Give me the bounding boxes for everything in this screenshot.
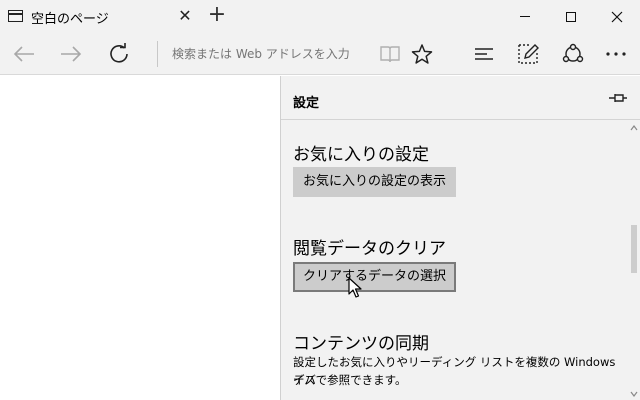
pin-icon[interactable] [608,90,628,106]
title-bar: 空白のページ ✕ + [0,0,640,33]
view-favorites-settings-button[interactable]: お気に入りの設定の表示 [293,167,457,197]
reading-view-icon [380,46,400,63]
sync-content-heading: コンテンツの同期 [293,334,429,354]
tab-title: 空白のページ [31,12,109,27]
page-content [0,76,280,400]
new-tab-button[interactable]: + [204,4,230,27]
sync-description-line-2: イスで参照できます。 [293,373,407,387]
address-bar[interactable] [172,43,372,65]
hub-icon [475,48,493,60]
clear-browsing-data-heading: 閲覧データのクリア [293,239,446,259]
refresh-button[interactable] [99,37,139,71]
back-arrow-icon [13,46,34,62]
close-icon [611,11,623,22]
page-icon [8,10,23,22]
close-window-button[interactable] [594,0,640,33]
share-icon [562,43,584,63]
favorites-settings-heading: お気に入りの設定 [293,145,429,165]
favorite-star-icon [411,44,433,64]
toolbar [0,33,640,75]
settings-title: 設定 [293,96,320,111]
tab-blank-page[interactable]: 空白のページ ✕ [0,0,201,33]
tab-close-icon[interactable]: ✕ [175,6,195,26]
forward-button[interactable] [51,37,91,71]
choose-what-to-clear-button[interactable]: クリアするデータの選択 [293,262,457,292]
favorite-button[interactable] [404,37,440,71]
minimize-icon [520,16,530,17]
share-button[interactable] [555,37,591,71]
maximize-button[interactable] [548,0,594,33]
minimize-button[interactable] [502,0,548,33]
forward-arrow-icon [61,46,82,62]
web-note-button[interactable] [510,37,546,71]
settings-scrollbar[interactable] [628,120,640,400]
settings-header: 設定 [281,76,640,120]
refresh-icon [110,43,128,63]
settings-pane: 設定 お気に入りの設定 お気に入りの設定の表示 閲覧データのクリア クリアするデ… [280,76,640,400]
back-button[interactable] [4,37,44,71]
reading-view-button[interactable] [372,37,408,71]
more-button[interactable] [598,37,634,71]
more-icon [606,52,626,56]
toolbar-separator [157,41,158,67]
maximize-icon [566,11,576,22]
hub-button[interactable] [466,37,502,71]
scroll-up-icon[interactable] [630,124,638,132]
web-note-icon [518,44,539,64]
scrollbar-thumb[interactable] [631,225,637,273]
scroll-down-icon[interactable] [630,390,638,398]
